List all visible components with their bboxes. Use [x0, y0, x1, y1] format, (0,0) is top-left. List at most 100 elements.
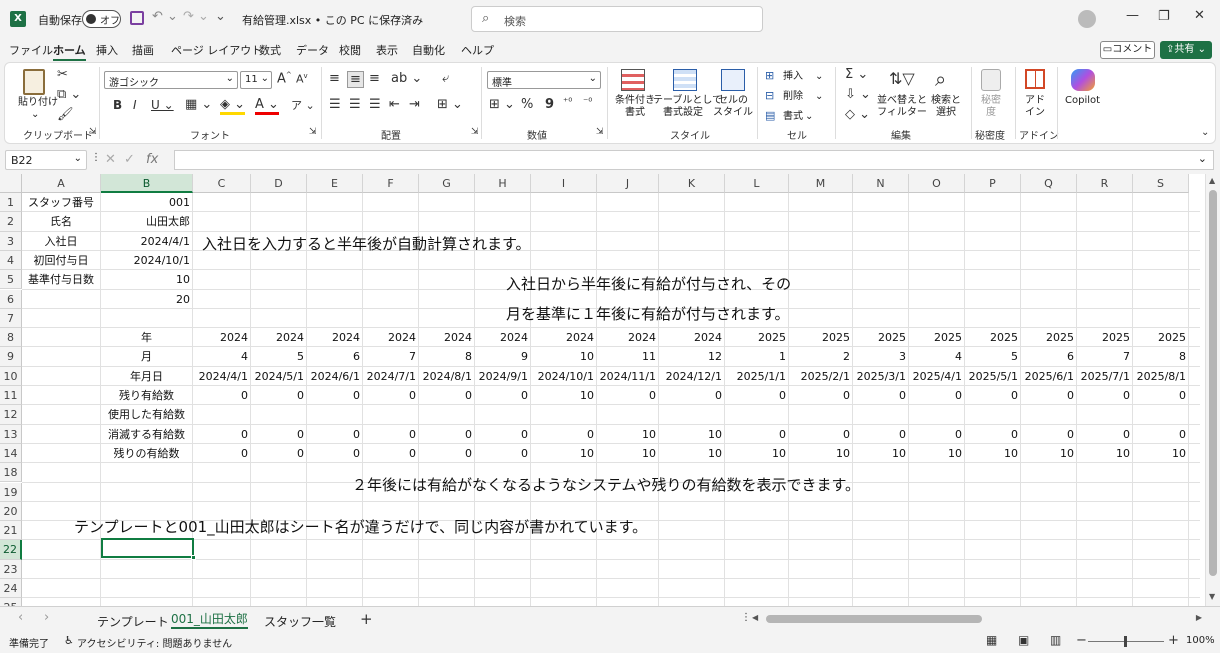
select-all-corner[interactable] — [0, 174, 22, 193]
phonetic-icon[interactable]: ア ⌄ — [291, 97, 315, 113]
cell-M8[interactable]: 2025 — [791, 328, 850, 347]
row-header-10[interactable]: 10 — [0, 366, 22, 386]
decrease-indent-icon[interactable]: ⇤ — [389, 97, 400, 112]
paste-icon[interactable] — [23, 69, 45, 95]
save-icon[interactable] — [130, 11, 144, 25]
row-header-4[interactable]: 4 — [0, 250, 22, 271]
format-painter-icon[interactable]: 🖌 — [57, 107, 74, 122]
cell-F10[interactable]: 2024/7/1 — [365, 367, 416, 386]
cell-G10[interactable]: 2024/8/1 — [421, 367, 472, 386]
cell-O14[interactable]: 10 — [911, 444, 962, 463]
sheet-tab-template[interactable]: テンプレート — [97, 613, 169, 630]
row-header-20[interactable]: 20 — [0, 501, 22, 522]
percent-icon[interactable]: % — [521, 97, 533, 112]
cell-R13[interactable]: 0 — [1079, 425, 1130, 444]
cell-J9[interactable]: 11 — [599, 347, 656, 366]
cell-D13[interactable]: 0 — [253, 425, 304, 444]
chevron-down-icon[interactable]: ⌄ — [805, 111, 813, 123]
zoom-out-icon[interactable]: − — [1076, 633, 1087, 648]
border-icon[interactable]: ▦ ⌄ — [185, 97, 212, 112]
align-middle-icon[interactable]: ≡ — [347, 71, 364, 88]
cell-F13[interactable]: 0 — [365, 425, 416, 444]
customize-icon[interactable]: ⌄ — [215, 9, 226, 24]
cell-O9[interactable]: 4 — [911, 347, 962, 366]
column-header-S[interactable]: S — [1133, 174, 1189, 193]
cell-I10[interactable]: 2024/10/1 — [533, 367, 594, 386]
cell-B5[interactable]: 10 — [103, 270, 190, 289]
cell-S9[interactable]: 8 — [1135, 347, 1186, 366]
cell-H9[interactable]: 9 — [477, 347, 528, 366]
grow-font-icon[interactable]: A^ — [277, 71, 292, 86]
row-header-1[interactable]: 1 — [0, 193, 22, 213]
cell-C13[interactable]: 0 — [195, 425, 248, 444]
cell-C14[interactable]: 0 — [195, 444, 248, 463]
wrap-text-icon[interactable]: ⤶ — [442, 71, 449, 86]
font-name-select[interactable]: 游ゴシック ⌄ — [104, 71, 238, 89]
cell-I14[interactable]: 10 — [533, 444, 594, 463]
page-break-view-icon[interactable]: ▥ — [1050, 633, 1061, 647]
avatar[interactable] — [1078, 10, 1096, 28]
cell-B6[interactable]: 20 — [103, 290, 190, 309]
align-left-icon[interactable]: ☰ — [329, 97, 341, 112]
cell-Q10[interactable]: 2025/6/1 — [1023, 367, 1074, 386]
insert-cells-icon[interactable]: ⊞ — [765, 69, 774, 82]
paste-button[interactable]: 貼り付け — [18, 97, 58, 109]
scroll-left-icon[interactable]: ◀ — [752, 613, 758, 622]
cell-Q11[interactable]: 0 — [1023, 386, 1074, 405]
cell-M11[interactable]: 0 — [791, 386, 850, 405]
cell-R8[interactable]: 2025 — [1079, 328, 1130, 347]
row-header-11[interactable]: 11 — [0, 386, 22, 406]
zoom-slider[interactable] — [1088, 636, 1164, 647]
delete-cells-icon[interactable]: ⊟ — [765, 89, 774, 102]
column-header-F[interactable]: F — [363, 174, 419, 193]
cell-J13[interactable]: 10 — [599, 425, 656, 444]
column-header-R[interactable]: R — [1077, 174, 1133, 193]
row-header-8[interactable]: 8 — [0, 328, 22, 348]
number-format-select[interactable]: 標準 ⌄ — [487, 71, 601, 89]
cell-B2[interactable]: 山田太郎 — [103, 212, 190, 231]
orientation-icon[interactable]: ab ⌄ — [391, 71, 422, 86]
column-header-H[interactable]: H — [475, 174, 531, 193]
cell-B12[interactable]: 使用した有給数 — [103, 405, 190, 424]
scroll-right-icon[interactable]: ▶ — [1196, 613, 1202, 622]
cell-F14[interactable]: 0 — [365, 444, 416, 463]
cell-N9[interactable]: 3 — [855, 347, 906, 366]
row-header-21[interactable]: 21 — [0, 521, 22, 541]
row-header-12[interactable]: 12 — [0, 405, 22, 425]
cell-K10[interactable]: 2024/12/1 — [661, 367, 722, 386]
more-options-icon[interactable]: ⋮ — [741, 612, 751, 623]
vertical-scroll-thumb[interactable] — [1209, 190, 1217, 576]
cell-E9[interactable]: 6 — [309, 347, 360, 366]
row-header-23[interactable]: 23 — [0, 559, 22, 579]
cell-I11[interactable]: 10 — [533, 386, 594, 405]
cell-L13[interactable]: 0 — [727, 425, 786, 444]
cell-Q14[interactable]: 10 — [1023, 444, 1074, 463]
column-header-A[interactable]: A — [22, 174, 101, 193]
column-header-B[interactable]: B — [101, 174, 193, 193]
chevron-down-icon[interactable]: ⌄ — [1201, 127, 1209, 138]
more-options-icon[interactable]: ⋮ — [91, 152, 101, 163]
name-box[interactable]: B22 ⌄ — [5, 150, 87, 170]
row-header-6[interactable]: 6 — [0, 289, 22, 309]
column-header-E[interactable]: E — [307, 174, 363, 193]
cell-M10[interactable]: 2025/2/1 — [791, 367, 850, 386]
cell-K8[interactable]: 2024 — [661, 328, 722, 347]
cell-K13[interactable]: 10 — [661, 425, 722, 444]
tab-help[interactable]: ヘルプ — [461, 42, 494, 58]
increase-indent-icon[interactable]: ⇥ — [409, 97, 420, 112]
chevron-down-icon[interactable]: ⌄ — [815, 71, 823, 83]
find-select-icon[interactable]: ⌕ — [935, 67, 946, 91]
horizontal-scrollbar[interactable]: ◀ ▶ — [752, 612, 1204, 626]
cell-S8[interactable]: 2025 — [1135, 328, 1186, 347]
tab-data[interactable]: データ — [296, 42, 329, 58]
cell-I13[interactable]: 0 — [533, 425, 594, 444]
cell-P10[interactable]: 2025/5/1 — [967, 367, 1018, 386]
row-header-13[interactable]: 13 — [0, 424, 22, 444]
align-right-icon[interactable]: ☰ — [369, 97, 381, 112]
comment-button[interactable]: ▭コメント — [1100, 41, 1155, 59]
decrease-decimal-icon[interactable]: ⁻⁰ — [583, 97, 592, 108]
row-header-9[interactable]: 9 — [0, 347, 22, 367]
add-sheet-icon[interactable]: + — [360, 610, 373, 628]
cell-A1[interactable]: スタッフ番号 — [24, 193, 98, 212]
align-center-icon[interactable]: ☰ — [349, 97, 361, 112]
